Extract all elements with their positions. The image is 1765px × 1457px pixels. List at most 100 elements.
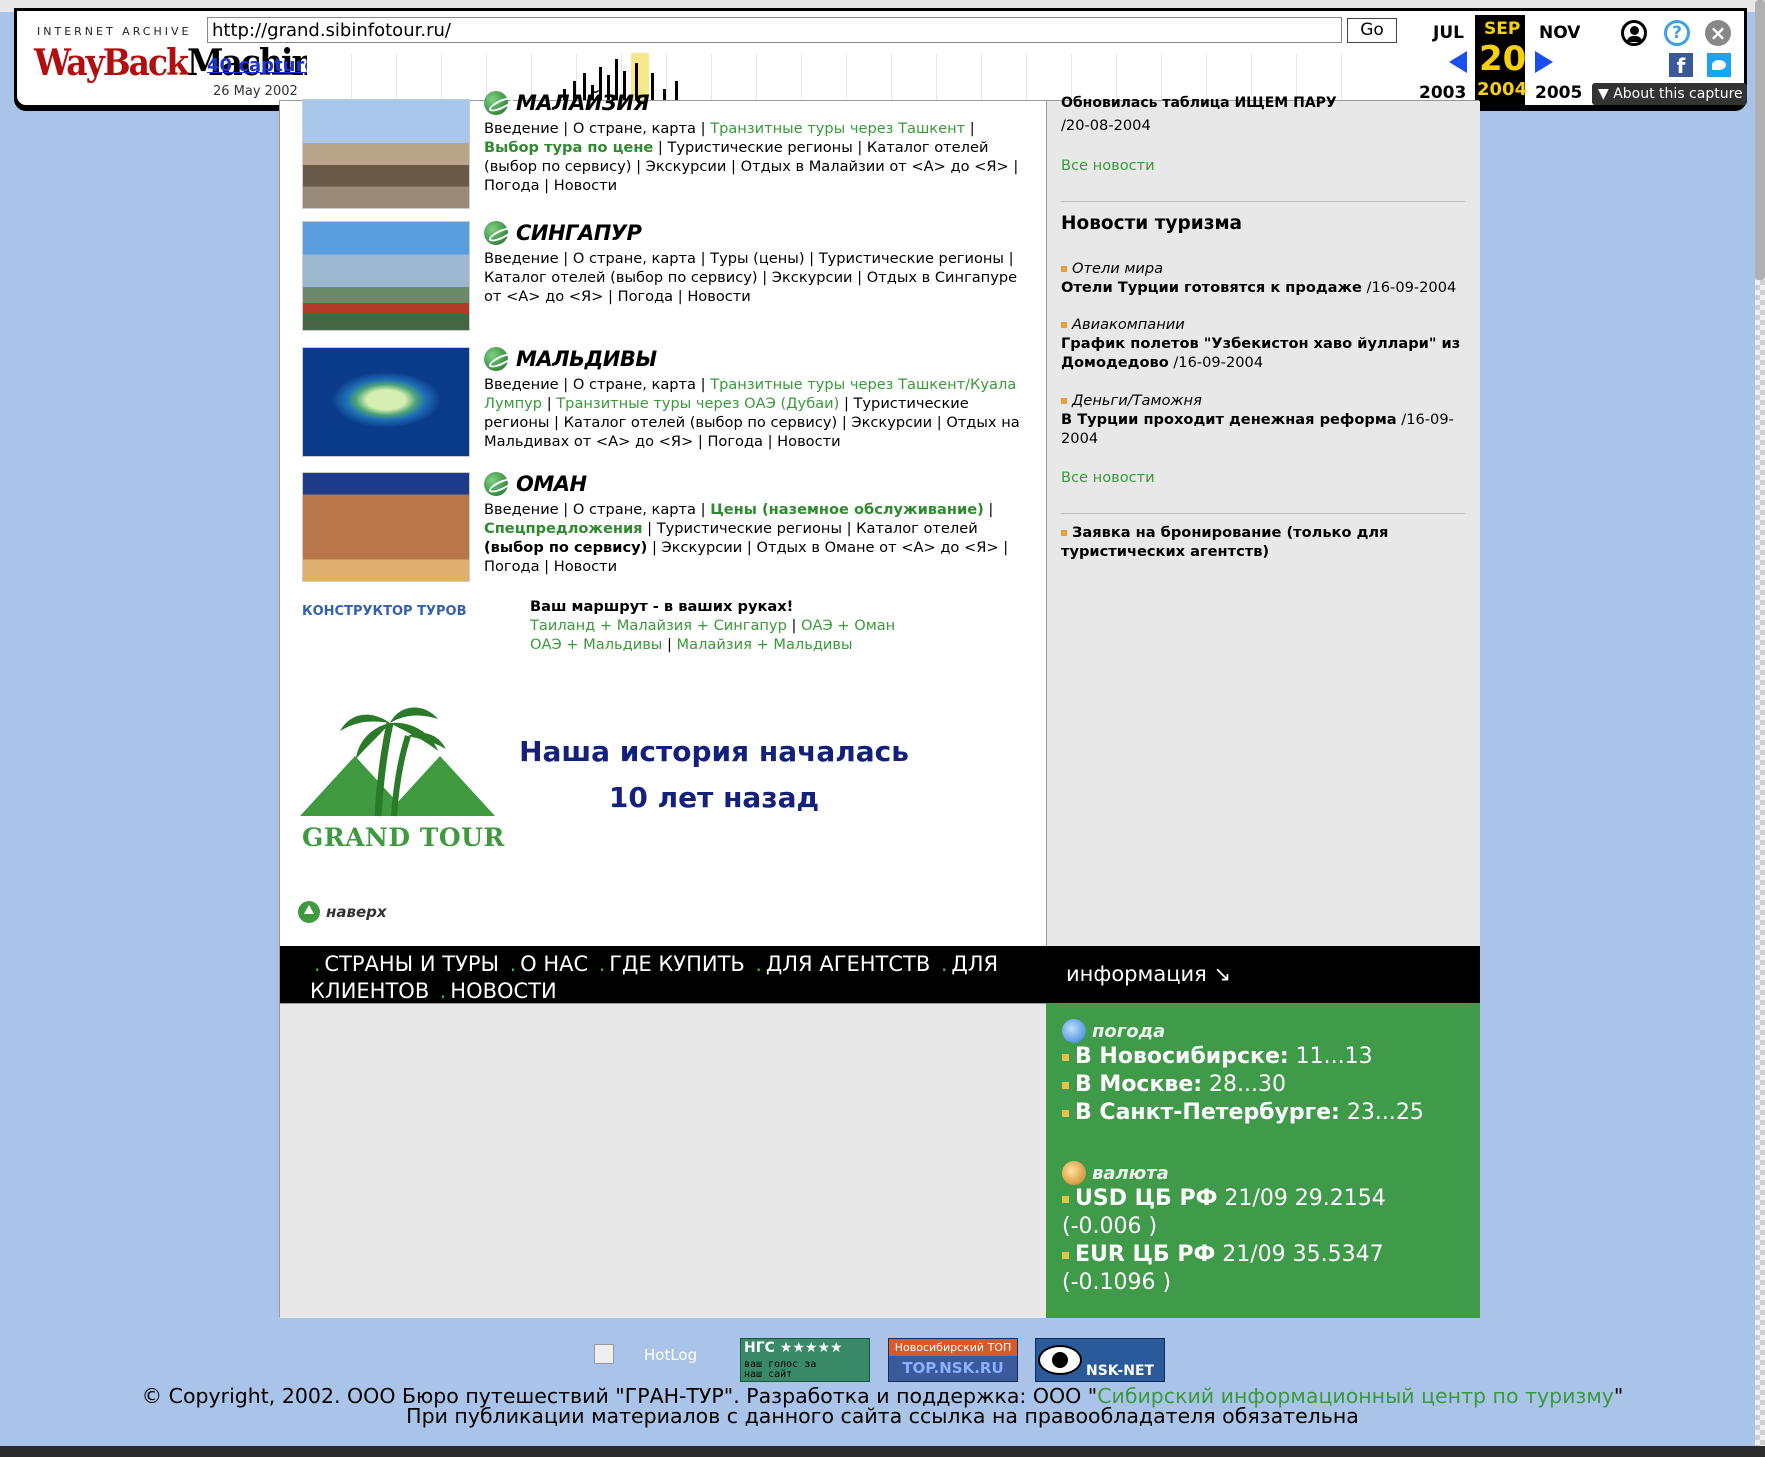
- wayback-logo-caption: INTERNET ARCHIVE: [37, 25, 192, 38]
- month-next[interactable]: NOV: [1539, 23, 1580, 43]
- news-category: Деньги/Таможня: [1072, 392, 1202, 409]
- topnsk-caption: TOP.NSK.RU: [902, 1359, 1004, 1377]
- country-link-highlight[interactable]: Выбор тура по цене: [484, 139, 653, 156]
- country-name: ОМАН: [516, 472, 587, 496]
- news-date: /20-08-2004: [1061, 117, 1151, 134]
- currency-name: USD ЦБ РФ: [1075, 1186, 1218, 1211]
- singapore-photo[interactable]: [302, 221, 470, 331]
- next-capture-arrow-icon[interactable]: [1535, 51, 1553, 73]
- scrollbar-thumb[interactable]: [1755, 0, 1765, 280]
- route-link[interactable]: ОАЭ + Мальдивы: [530, 636, 662, 653]
- maldives-photo[interactable]: [302, 347, 470, 457]
- currency-row: USD ЦБ РФ 21/09 29.2154 (-0.006 ): [1062, 1185, 1472, 1241]
- news-category: Отели мира: [1072, 260, 1164, 277]
- country-title[interactable]: СИНГАПУР: [484, 221, 1034, 245]
- nav-item[interactable]: ДЛЯ АГЕНТСТВ: [766, 952, 930, 976]
- bullet-icon: [1062, 1109, 1069, 1117]
- news-headline-top[interactable]: Обновилась таблица ИЩЕМ ПАРУ: [1061, 95, 1337, 111]
- weather-row: В Санкт-Петербурге: 23...25: [1062, 1099, 1472, 1127]
- booking-request-link[interactable]: Заявка на бронирование (только для турис…: [1061, 523, 1465, 561]
- user-icon[interactable]: [1621, 20, 1647, 46]
- country-link-highlight[interactable]: Транзитные туры через ОАЭ (Дубаи): [556, 395, 839, 412]
- globe-icon: [484, 221, 508, 245]
- bullet-icon: [1061, 322, 1067, 328]
- year-next[interactable]: 2005: [1535, 83, 1582, 103]
- footer-copyright: © Copyright, 2002. ООО Бюро путешествий …: [0, 1386, 1765, 1427]
- slogan-line: 10 лет назад: [608, 781, 820, 814]
- nav-dot: .: [509, 952, 517, 976]
- country-link-highlight[interactable]: Транзитные туры через Ташкент: [710, 120, 965, 137]
- country-link-text[interactable]: Введение | О стране, карта | Туры (цены)…: [484, 250, 1017, 305]
- back-to-top-link[interactable]: наверх: [298, 901, 387, 923]
- nav-item[interactable]: ГДЕ КУПИТЬ: [609, 952, 745, 976]
- nav-item[interactable]: СТРАНЫ И ТУРЫ: [324, 952, 499, 976]
- route-link[interactable]: Малайзия + Мальдивы: [677, 636, 853, 653]
- country-title[interactable]: МАЛЬДИВЫ: [484, 347, 1034, 371]
- country-links[interactable]: Введение | О стране, карта | Туры (цены)…: [484, 249, 1034, 306]
- wayback-go-button[interactable]: Go: [1347, 18, 1397, 43]
- bullet-icon: [1061, 398, 1067, 404]
- hotlog-badge[interactable]: HotLog: [594, 1338, 704, 1382]
- country-link-highlight[interactable]: (выбор по сервису): [484, 539, 647, 556]
- current-capture-date: SEP 20 2004: [1475, 15, 1527, 105]
- help-icon[interactable]: ?: [1664, 20, 1690, 46]
- countries-column: МАЛАЙЗИЯ Введение | О стране, карта | Тр…: [280, 91, 1046, 946]
- nav-dot: .: [439, 979, 447, 1003]
- route-link[interactable]: Таиланд + Малайзия + Сингапур: [530, 617, 787, 634]
- nsknet-badge[interactable]: NSK-NET: [1035, 1338, 1165, 1382]
- country-link-text[interactable]: |: [965, 120, 975, 137]
- tour-constructor-link[interactable]: КОНСТРУКТОР ТУРОВ: [302, 604, 467, 619]
- oman-photo[interactable]: [302, 472, 470, 582]
- month-prev[interactable]: JUL: [1433, 23, 1464, 43]
- globe-icon: [484, 472, 508, 496]
- globe-icon: [484, 91, 508, 115]
- news-item[interactable]: Отели мира Отели Турции готовятся к прод…: [1061, 259, 1465, 297]
- country-link-text[interactable]: Введение | О стране, карта |: [484, 120, 710, 137]
- country-link-highlight[interactable]: Спецпредложения: [484, 520, 643, 537]
- topnsk-badge[interactable]: Новосибирский ТОП TOP.NSK.RU: [888, 1338, 1018, 1382]
- ngs-badge[interactable]: НГС ★★★★★ ваш голос за наш сайт: [740, 1338, 870, 1382]
- route-block: Ваш маршрут - в ваших руках! Таиланд + М…: [530, 598, 896, 653]
- route-title: Ваш маршрут - в ваших руках!: [530, 598, 794, 615]
- country-link-text[interactable]: |: [542, 395, 556, 412]
- country-link-highlight[interactable]: Цены (наземное обслуживание): [710, 501, 984, 518]
- wayback-first-date: 26 May 2002: [213, 84, 298, 99]
- country-link-text[interactable]: Введение | О стране, карта |: [484, 501, 710, 518]
- wayback-captures-link[interactable]: 40 capture: [207, 55, 317, 76]
- country-links[interactable]: Введение | О стране, карта | Транзитные …: [484, 119, 1034, 195]
- slogan: Наша история началась 10 лет назад: [514, 729, 914, 821]
- country-link-text[interactable]: Введение | О стране, карта |: [484, 376, 710, 393]
- ngs-caption: ваш голос за наш сайт: [744, 1359, 817, 1380]
- news-item[interactable]: Авиакомпании График полетов "Узбекистон …: [1061, 315, 1465, 372]
- malaysia-photo[interactable]: [302, 99, 470, 209]
- country-title[interactable]: МАЛАЙЗИЯ: [484, 91, 1034, 115]
- route-link[interactable]: ОАЭ + Оман: [801, 617, 895, 634]
- country-links[interactable]: Введение | О стране, карта | Транзитные …: [484, 375, 1034, 451]
- prev-capture-arrow-icon[interactable]: [1449, 51, 1467, 73]
- nsknet-label: NSK-NET: [1086, 1363, 1155, 1379]
- twitter-icon[interactable]: [1707, 53, 1731, 77]
- page-container: МАЛАЙЗИЯ Введение | О стране, карта | Тр…: [279, 91, 1480, 1318]
- footer-left-blank: [280, 1003, 1046, 1318]
- all-news-link[interactable]: Все новости: [1061, 469, 1155, 486]
- close-icon[interactable]: ×: [1705, 20, 1731, 46]
- country-title[interactable]: ОМАН: [484, 472, 1034, 496]
- country-link-text[interactable]: |: [984, 501, 993, 518]
- nav-item[interactable]: НОВОСТИ: [450, 979, 556, 1003]
- all-news-link[interactable]: Все новости: [1061, 157, 1155, 174]
- booking-label: Заявка на бронирование (только для турис…: [1061, 524, 1389, 560]
- hotlog-label: HotLog: [644, 1346, 698, 1364]
- bullet-icon: [1061, 530, 1067, 536]
- country-links[interactable]: Введение | О стране, карта | Цены (назем…: [484, 500, 1034, 576]
- weather-heading: погода: [1062, 1019, 1165, 1043]
- wayback-url-input[interactable]: [207, 17, 1342, 43]
- news-item[interactable]: Деньги/Таможня В Турции проходит денежна…: [1061, 391, 1465, 448]
- weather-value: 28...30: [1202, 1072, 1287, 1097]
- nav-dot: .: [598, 952, 606, 976]
- bullet-icon: [1061, 266, 1067, 272]
- nav-item[interactable]: О НАС: [520, 952, 588, 976]
- info-heading: информация ↘: [1066, 962, 1232, 986]
- country-link-text[interactable]: | Туристические регионы | Каталог отелей: [643, 520, 978, 537]
- about-capture-button[interactable]: ▼ About this capture: [1592, 83, 1747, 105]
- facebook-icon[interactable]: f: [1669, 53, 1693, 78]
